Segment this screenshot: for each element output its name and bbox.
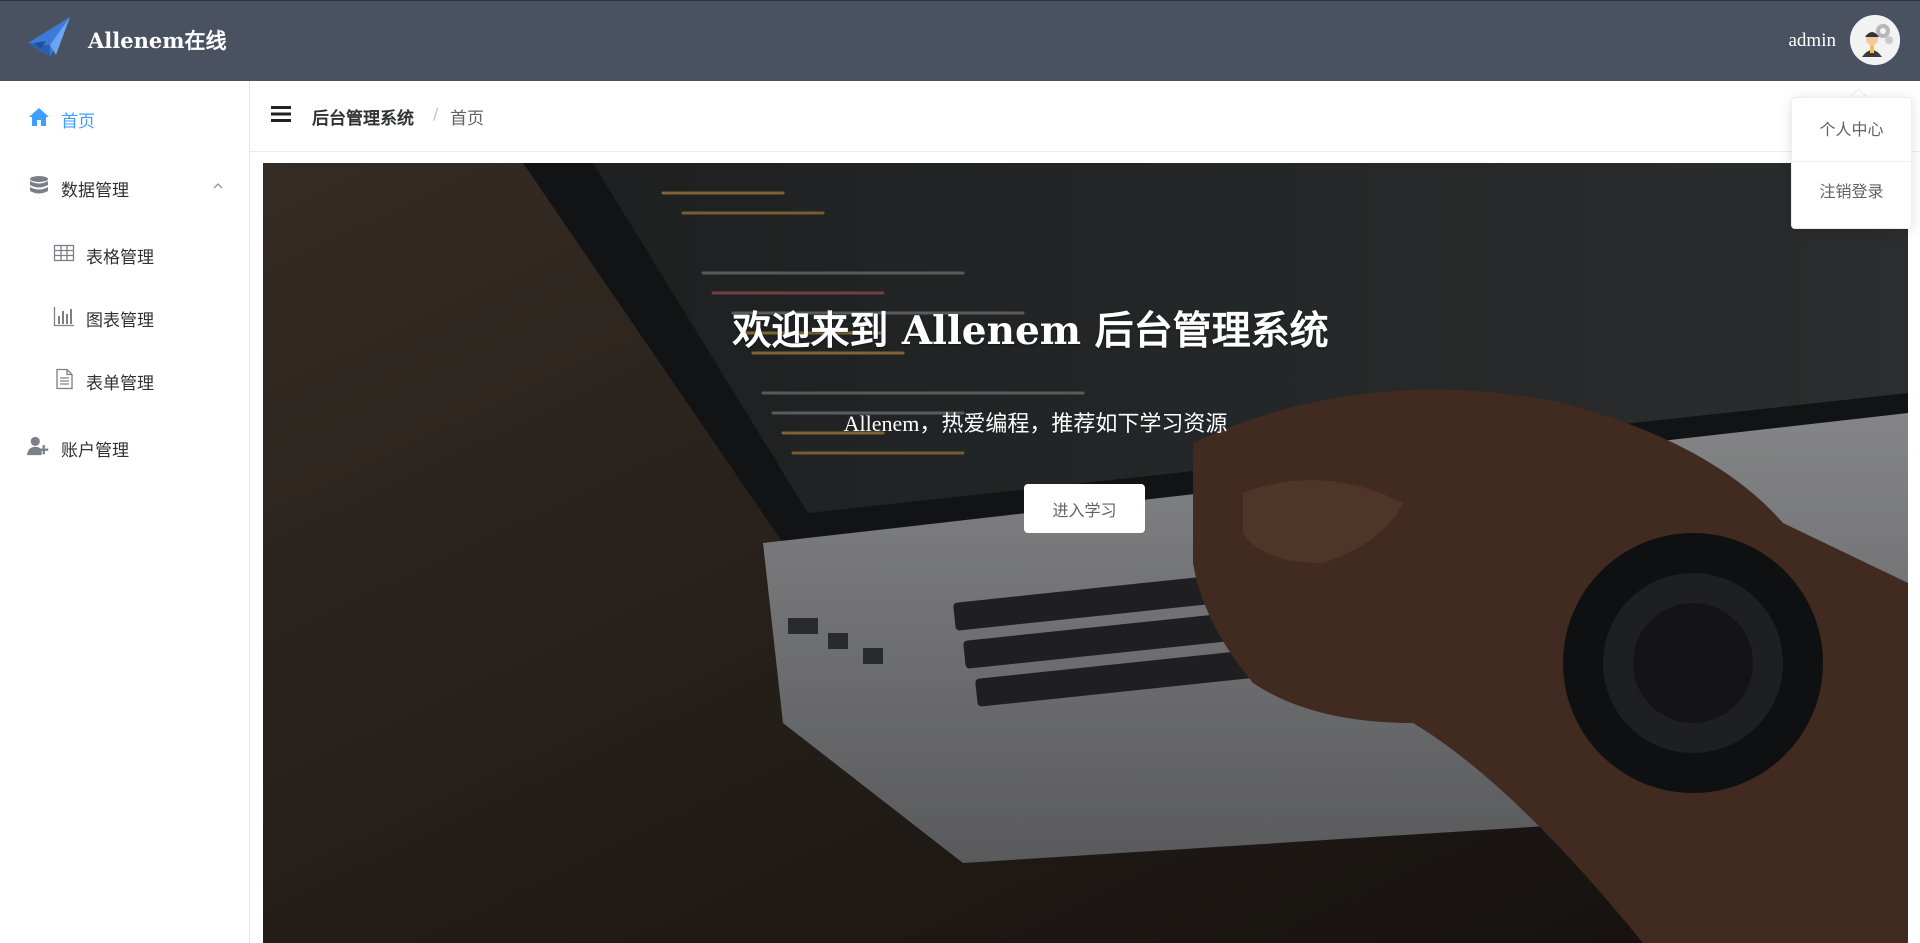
- sidebar-item-label: 账户管理: [61, 441, 129, 461]
- sidebar-item-chart-management[interactable]: 图表管理: [0, 288, 249, 344]
- sidebar-item-label: 首页: [61, 112, 95, 132]
- document-icon: [56, 368, 73, 390]
- hero-banner: 欢迎来到 Allenem 后台管理系统 Allenem，热爱编程，推荐如下学习资…: [263, 163, 1908, 943]
- dropdown-item-logout[interactable]: 注销登录: [1792, 162, 1911, 222]
- bar-chart-icon: [53, 307, 74, 327]
- username-label[interactable]: admin: [1789, 30, 1837, 52]
- app-brand-title: Allenem在线: [88, 28, 227, 53]
- user-add-icon: [27, 436, 49, 456]
- sidebar-menu: 首页 数据管理 表格管理 图表管理 表单管理 账户管理: [0, 81, 250, 943]
- breadcrumb-current: 首页: [450, 109, 484, 129]
- sidebar-item-form-management[interactable]: 表单管理: [0, 351, 249, 407]
- breadcrumb-root[interactable]: 后台管理系统: [312, 104, 414, 129]
- home-icon: [29, 108, 49, 126]
- sidebar-item-home[interactable]: 首页: [0, 89, 249, 145]
- sidebar-item-account-management[interactable]: 账户管理: [0, 418, 249, 474]
- top-header: Allenem在线 admin: [0, 0, 1920, 81]
- chevron-up-icon: [213, 183, 223, 189]
- sidebar-item-table-management[interactable]: 表格管理: [0, 225, 249, 281]
- sidebar-item-label: 数据管理: [61, 181, 129, 201]
- sidebar-item-label: 表单管理: [86, 374, 154, 394]
- hero-dark-overlay: [263, 163, 1908, 943]
- table-icon: [53, 244, 75, 262]
- dropdown-item-profile[interactable]: 个人中心: [1792, 100, 1911, 160]
- start-learning-button[interactable]: 进入学习: [1024, 484, 1145, 533]
- hero-subtitle: Allenem，热爱编程，推荐如下学习资源: [843, 411, 1228, 436]
- sidebar-item-label: 图表管理: [86, 311, 154, 331]
- sidebar-item-data-management[interactable]: 数据管理: [0, 158, 249, 214]
- breadcrumb-separator: /: [433, 104, 439, 123]
- hamburger-menu-icon[interactable]: [270, 103, 292, 125]
- database-icon: [30, 176, 48, 194]
- breadcrumb-bar: 后台管理系统 / 首页: [250, 81, 1920, 152]
- sidebar-item-label: 表格管理: [86, 248, 154, 268]
- hero-title: 欢迎来到 Allenem 后台管理系统: [732, 308, 1329, 354]
- user-dropdown-menu: 个人中心 注销登录: [1791, 97, 1912, 229]
- user-avatar[interactable]: [1850, 15, 1900, 65]
- avatar-icon: [1850, 15, 1900, 65]
- paper-bird-logo-icon[interactable]: [26, 15, 72, 61]
